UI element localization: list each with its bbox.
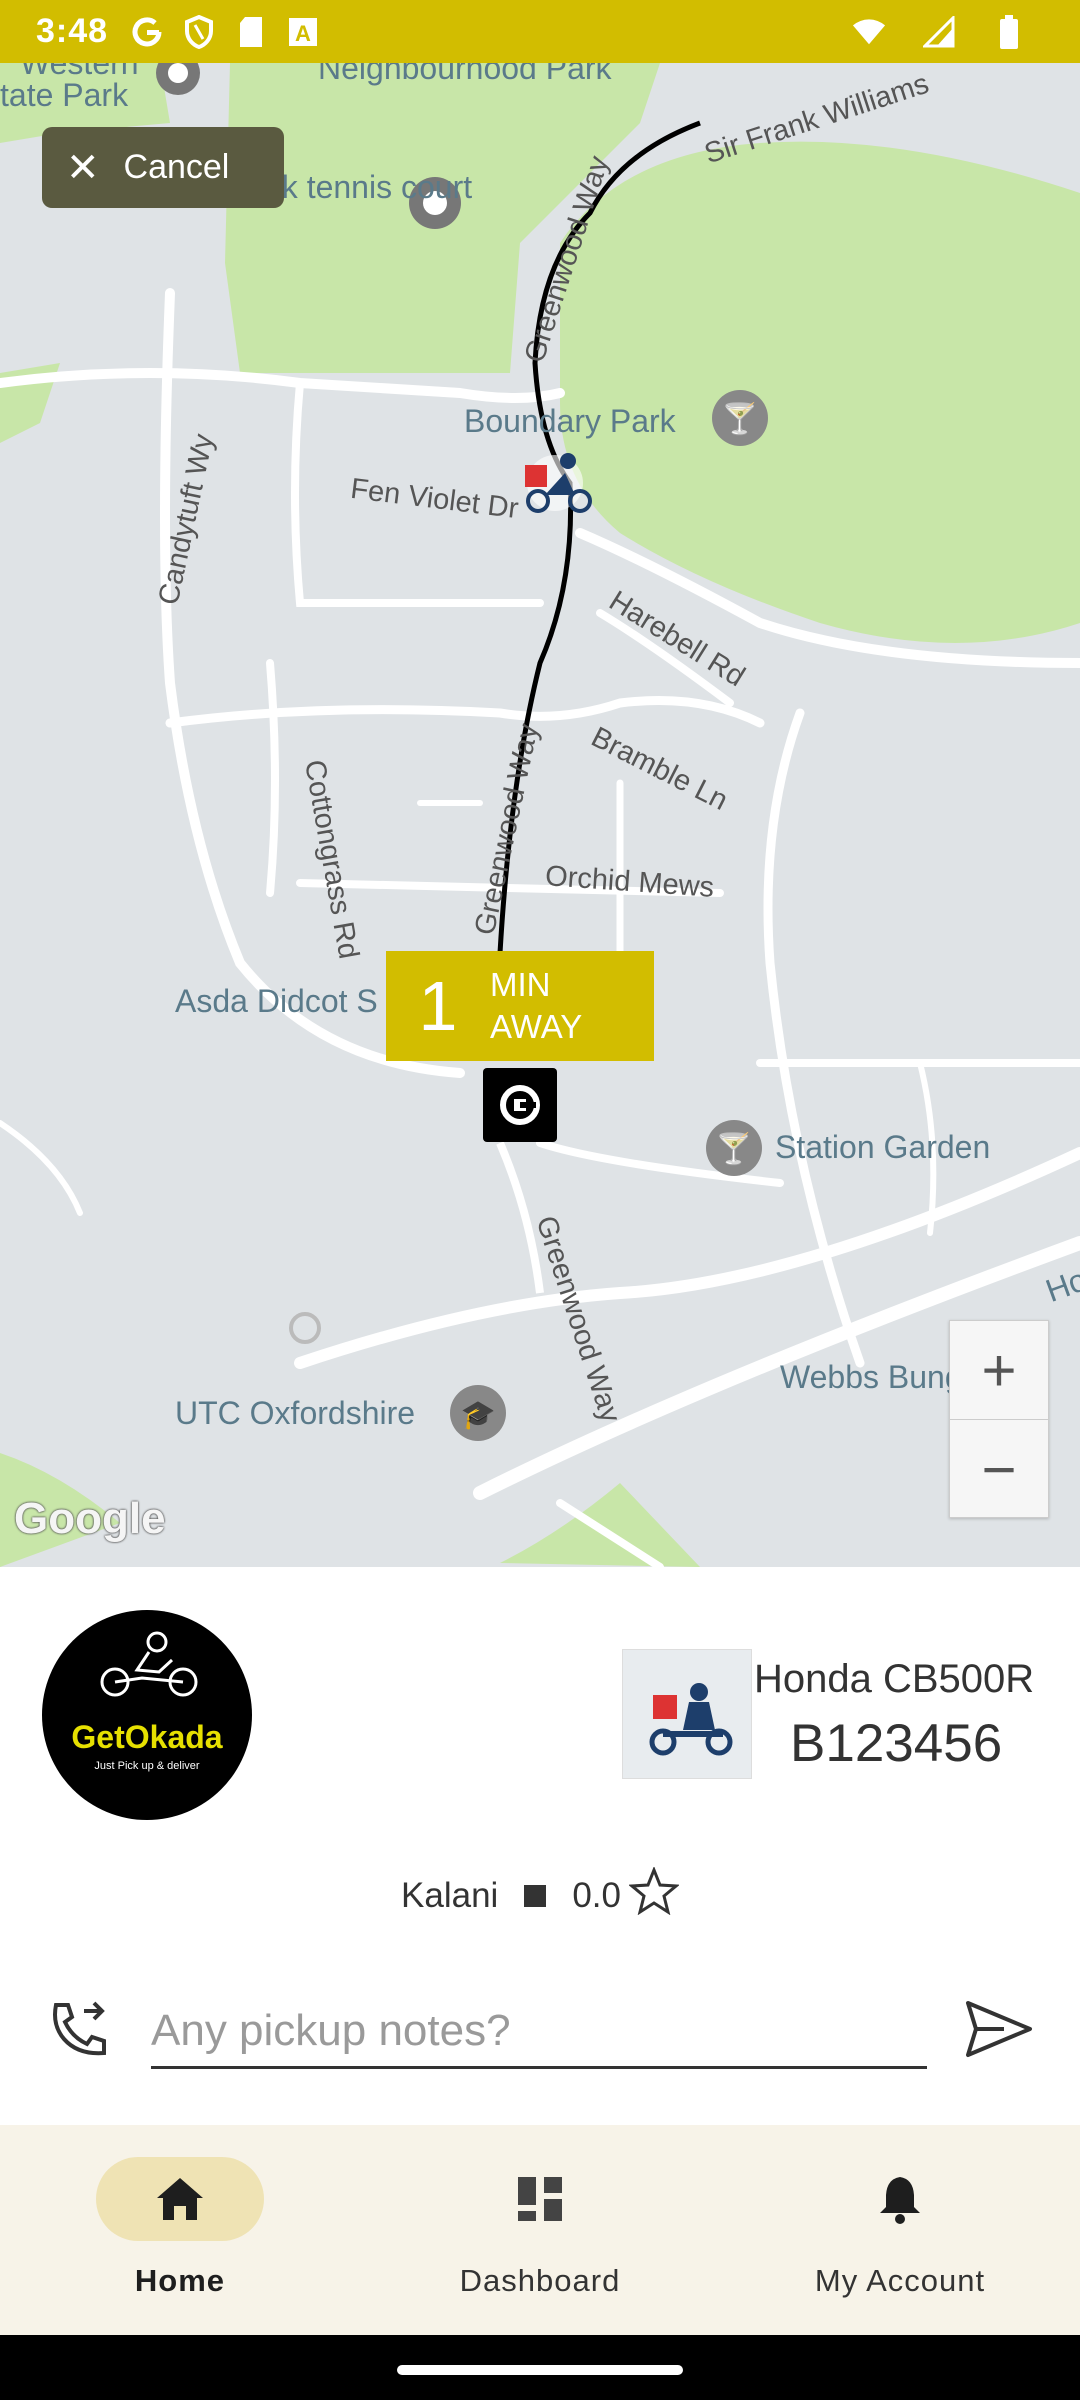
close-icon: ✕ [66,145,100,190]
delivery-scooter-icon [649,1683,733,1756]
eta-unit-line2: AWAY [490,1008,583,1045]
home-gesture-handle[interactable] [397,2365,683,2375]
status-time: 3:48 [36,12,109,50]
battery-icon [992,14,1026,49]
vehicle-plate: B123456 [790,1714,1003,1773]
nav-item-dashboard[interactable]: Dashboard [360,2125,720,2335]
logo-tagline: Just Pick up & deliver [94,1759,200,1772]
svg-text:🍸: 🍸 [715,1130,752,1167]
logo-brand: GetOkada [71,1718,223,1755]
system-gesture-bar [0,2335,1080,2400]
driver-info-row: Kalani 0.0 [0,1865,1080,1924]
map-label-neighbourhood-park: Neighbourhood Park [318,63,612,86]
pickup-notes-row [0,1977,1080,2077]
eta-unit: MIN AWAY [490,964,582,1048]
sd-card-icon [234,15,268,49]
zoom-out-button[interactable]: − [950,1420,1048,1519]
home-icon-wrap [96,2157,264,2241]
pickup-notes-input[interactable] [151,1995,927,2069]
google-icon [130,15,164,49]
map-view[interactable]: 🍸 🍸 🎓 Neighbourhood Park Western tate Pa… [0,63,1080,1567]
nav-label-home: Home [134,2263,226,2298]
nav-item-home[interactable]: Home [0,2125,360,2335]
bottom-navigation: Home Dashboard My Account [0,2125,1080,2335]
nav-label-my-account: My Account [814,2263,986,2298]
dashboard-icon-wrap [456,2157,624,2241]
translate-icon: A [286,15,320,49]
svg-text:A: A [295,21,311,46]
nav-item-my-account[interactable]: My Account [720,2125,1080,2335]
star-icon [628,1865,680,1924]
dashboard-icon [518,2177,562,2221]
vehicle-model: Honda CB500R [754,1657,1035,1701]
ride-info-panel: GetOkada Just Pick up & deliver Honda CB… [0,1567,1080,2125]
wifi-icon [852,15,886,49]
google-attribution: Google [14,1494,166,1543]
separator-square [524,1884,547,1907]
driver-rating: 0.0 [572,1875,621,1915]
shield-icon [182,14,216,49]
bell-icon-wrap [816,2157,984,2241]
map-label-utc: UTC Oxfordshire [175,1395,416,1431]
bell-icon [880,2177,920,2224]
zoom-controls: + − [949,1320,1049,1518]
map-label-boundary-park: Boundary Park [464,403,676,439]
svg-text:🎓: 🎓 [461,1398,496,1431]
eta-number: 1 [418,967,458,1045]
destination-marker-icon [483,1068,557,1142]
driver-name: Kalani [401,1875,499,1915]
cancel-label: Cancel [123,148,230,186]
map-label-asda: Asda Didcot S [175,983,378,1019]
phone-forward-icon[interactable] [48,1997,112,2066]
map-label-station-garden: Station Garden [775,1129,991,1165]
rider-logo-icon [100,1631,198,1697]
nav-label-dashboard: Dashboard [459,2263,621,2298]
map-label-state-park: tate Park [0,77,129,113]
cancel-button[interactable]: ✕ Cancel [42,127,284,208]
zoom-in-button[interactable]: + [950,1321,1048,1420]
signal-icon [922,15,956,49]
getokada-logo: GetOkada Just Pick up & deliver [42,1610,252,1820]
send-icon[interactable] [964,1999,1034,2064]
home-icon [157,2178,203,2220]
eta-unit-line1: MIN [490,966,551,1003]
vehicle-thumbnail [622,1649,752,1779]
svg-text:🍸: 🍸 [721,400,758,437]
status-bar: 3:48 A [0,0,1080,63]
eta-badge: 1 MIN AWAY [386,951,654,1061]
